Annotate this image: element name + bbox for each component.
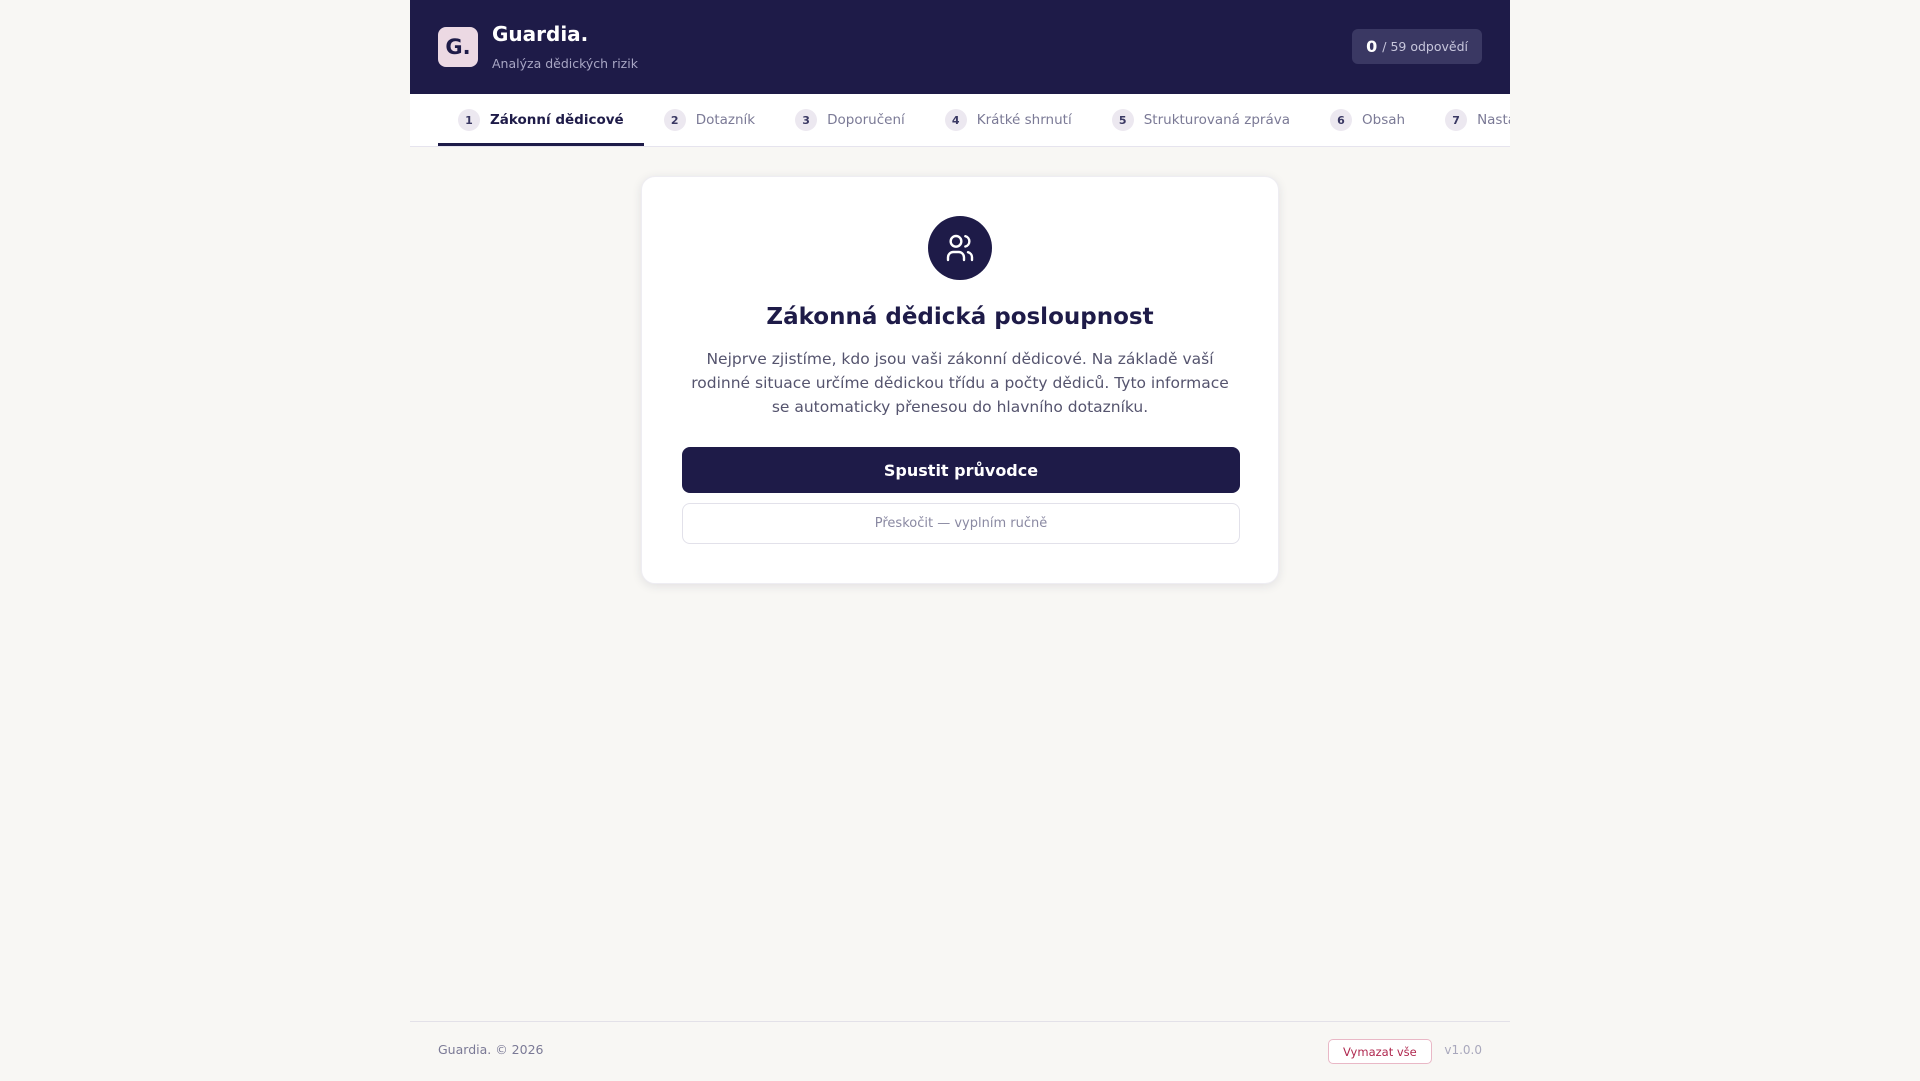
clear-all-button[interactable]: Vymazat vše: [1328, 1039, 1432, 1064]
tab-nastaveni[interactable]: 7 Nastavení: [1425, 94, 1510, 146]
tab-label: Obsah: [1362, 112, 1406, 128]
tab-strukturovana-zprava[interactable]: 5 Strukturovaná zpráva: [1092, 94, 1310, 146]
tab-doporuceni[interactable]: 3 Doporučení: [775, 94, 925, 146]
tab-label: Strukturovaná zpráva: [1143, 112, 1290, 128]
app-header: G. Guardia. Analýza dědických rizik 0 / …: [410, 0, 1510, 94]
app-root: G. Guardia. Analýza dědických rizik 0 / …: [410, 0, 1510, 1080]
tab-step-number: 5: [1111, 109, 1134, 131]
tab-step-number: 2: [663, 109, 686, 131]
tab-dotaznik[interactable]: 2 Dotazník: [644, 94, 775, 146]
card-title: Zákonná dědická posloupnost: [766, 304, 1154, 330]
tab-step-number: 1: [458, 109, 480, 131]
tab-label: Nastavení: [1477, 112, 1510, 128]
tab-label: Krátké shrnutí: [976, 112, 1072, 128]
skip-manual-button[interactable]: Přeskočit — vyplním ručně: [682, 503, 1240, 544]
app-footer: Guardia. © 2026 Vymazat vše v1.0.0: [410, 1021, 1510, 1081]
tab-step-number: 3: [795, 109, 818, 131]
tab-label: Doporučení: [827, 112, 905, 128]
tab-label: Dotazník: [695, 112, 756, 128]
answers-counter: 0 / 59 odpovědí: [1352, 29, 1482, 64]
tab-kratke-shrnuti[interactable]: 4 Krátké shrnutí: [925, 94, 1092, 146]
tab-step-number: 6: [1330, 109, 1352, 131]
answers-count: 0: [1366, 37, 1378, 56]
tab-label: Zákonní dědicové: [490, 112, 624, 128]
brand-name: Guardia.: [492, 22, 589, 46]
step-tabs: 1 Zákonní dědicové 2 Dotazník 3 Doporuče…: [410, 94, 1510, 147]
intro-card: Zákonná dědická posloupnost Nejprve zjis…: [641, 176, 1279, 584]
logo-badge: G.: [438, 27, 478, 67]
start-wizard-button[interactable]: Spustit průvodce: [682, 447, 1240, 493]
tab-obsah[interactable]: 6 Obsah: [1310, 94, 1425, 146]
card-description: Nejprve zjistíme, kdo jsou vaši zákonní …: [691, 350, 1229, 416]
step-tabs-list: 1 Zákonní dědicové 2 Dotazník 3 Doporuče…: [438, 94, 1510, 146]
footer-copyright: Guardia. © 2026: [438, 1042, 544, 1057]
tab-step-number: 4: [944, 109, 967, 131]
tab-step-number: 7: [1445, 109, 1468, 131]
answers-total: / 59 odpovědí: [1382, 39, 1468, 54]
brand-subtitle: Analýza dědických rizik: [492, 56, 638, 71]
app-version: v1.0.0: [1444, 1043, 1482, 1057]
users-icon: [928, 216, 992, 280]
tab-zakonni-dedicove[interactable]: 1 Zákonní dědicové: [438, 94, 644, 146]
